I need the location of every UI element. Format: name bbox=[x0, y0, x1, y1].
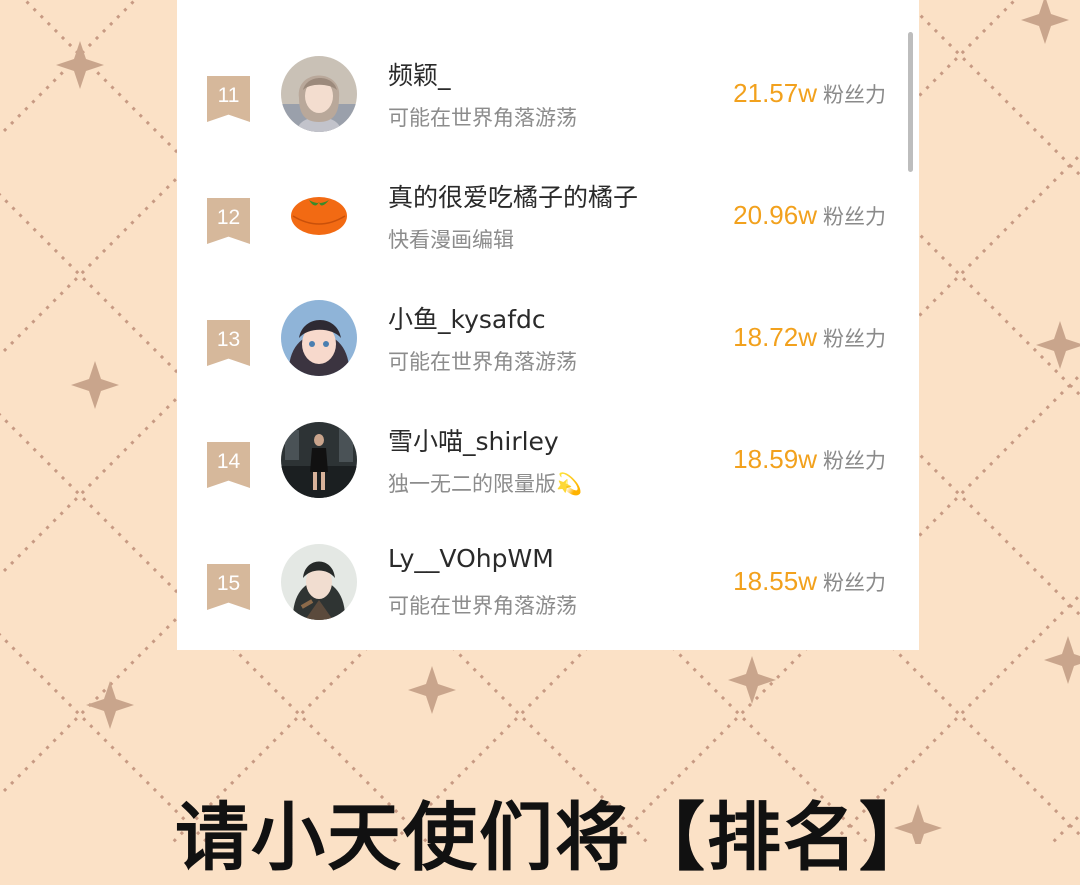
avatar[interactable] bbox=[281, 178, 357, 254]
anime-man-avatar-icon bbox=[281, 544, 357, 620]
user-name: 真的很爱吃橘子的橘子 bbox=[388, 183, 639, 212]
user-name: 小鱼_kysafdc bbox=[388, 305, 546, 334]
ranking-row[interactable]: 13 小鱼_kysafdc 可能在世界角落游荡 18.72w 粉丝力 bbox=[177, 300, 919, 422]
user-subtitle: 快看漫画编辑 bbox=[388, 228, 514, 252]
fans-unit: 粉丝力 bbox=[823, 449, 886, 473]
fans-value: 21.57w bbox=[733, 78, 817, 108]
user-name: 频颖_ bbox=[388, 61, 451, 90]
fans-unit: 粉丝力 bbox=[823, 571, 886, 595]
fans-count: 18.72w 粉丝力 bbox=[733, 322, 886, 353]
caption-text: 请小天使们将【排名】 bbox=[175, 795, 935, 881]
anime-girl-avatar-icon bbox=[281, 56, 357, 132]
avatar[interactable] bbox=[281, 422, 357, 498]
ranking-row[interactable]: 11 频颖_ 可能在世界角落游荡 21.57w 粉丝力 bbox=[177, 56, 919, 178]
fans-value: 18.55w bbox=[733, 566, 817, 596]
anime-girl-blue-avatar-icon bbox=[281, 300, 357, 376]
fans-unit: 粉丝力 bbox=[823, 327, 886, 351]
orange-avatar-icon bbox=[281, 178, 357, 254]
fans-count: 18.55w 粉丝力 bbox=[733, 566, 886, 597]
ranking-row[interactable]: 12 真的很爱吃橘子的橘子 快看漫画编辑 20.96w 粉丝力 bbox=[177, 178, 919, 300]
rank-badge: 12 bbox=[207, 198, 250, 244]
fans-count: 18.59w 粉丝力 bbox=[733, 444, 886, 475]
avatar[interactable] bbox=[281, 544, 357, 620]
fans-count: 21.57w 粉丝力 bbox=[733, 78, 886, 109]
avatar[interactable] bbox=[281, 56, 357, 132]
fans-value: 20.96w bbox=[733, 200, 817, 230]
ranking-row[interactable]: 15 Ly__VOhpWM 可能在世界角落游荡 18.55w 粉丝力 bbox=[177, 544, 919, 666]
fans-value: 18.59w bbox=[733, 444, 817, 474]
user-name: Ly__VOhpWM bbox=[388, 544, 554, 573]
user-subtitle: 可能在世界角落游荡 bbox=[388, 594, 577, 618]
fans-unit: 粉丝力 bbox=[823, 205, 886, 229]
rank-badge: 14 bbox=[207, 442, 250, 488]
fans-count: 20.96w 粉丝力 bbox=[733, 200, 886, 231]
rank-badge: 15 bbox=[207, 564, 250, 610]
photo-woman-avatar-icon bbox=[281, 422, 357, 498]
user-subtitle: 独一无二的限量版💫 bbox=[388, 472, 583, 496]
user-name: 雪小喵_shirley bbox=[388, 427, 559, 456]
user-subtitle: 可能在世界角落游荡 bbox=[388, 106, 577, 130]
rank-badge: 11 bbox=[207, 76, 250, 122]
rank-badge: 13 bbox=[207, 320, 250, 366]
fans-value: 18.72w bbox=[733, 322, 817, 352]
avatar[interactable] bbox=[281, 300, 357, 376]
ranking-row[interactable]: 14 雪小喵_shirley 独一无二的限量版💫 18.59w 粉丝力 bbox=[177, 422, 919, 544]
user-subtitle: 可能在世界角落游荡 bbox=[388, 350, 577, 374]
fans-unit: 粉丝力 bbox=[823, 83, 886, 107]
